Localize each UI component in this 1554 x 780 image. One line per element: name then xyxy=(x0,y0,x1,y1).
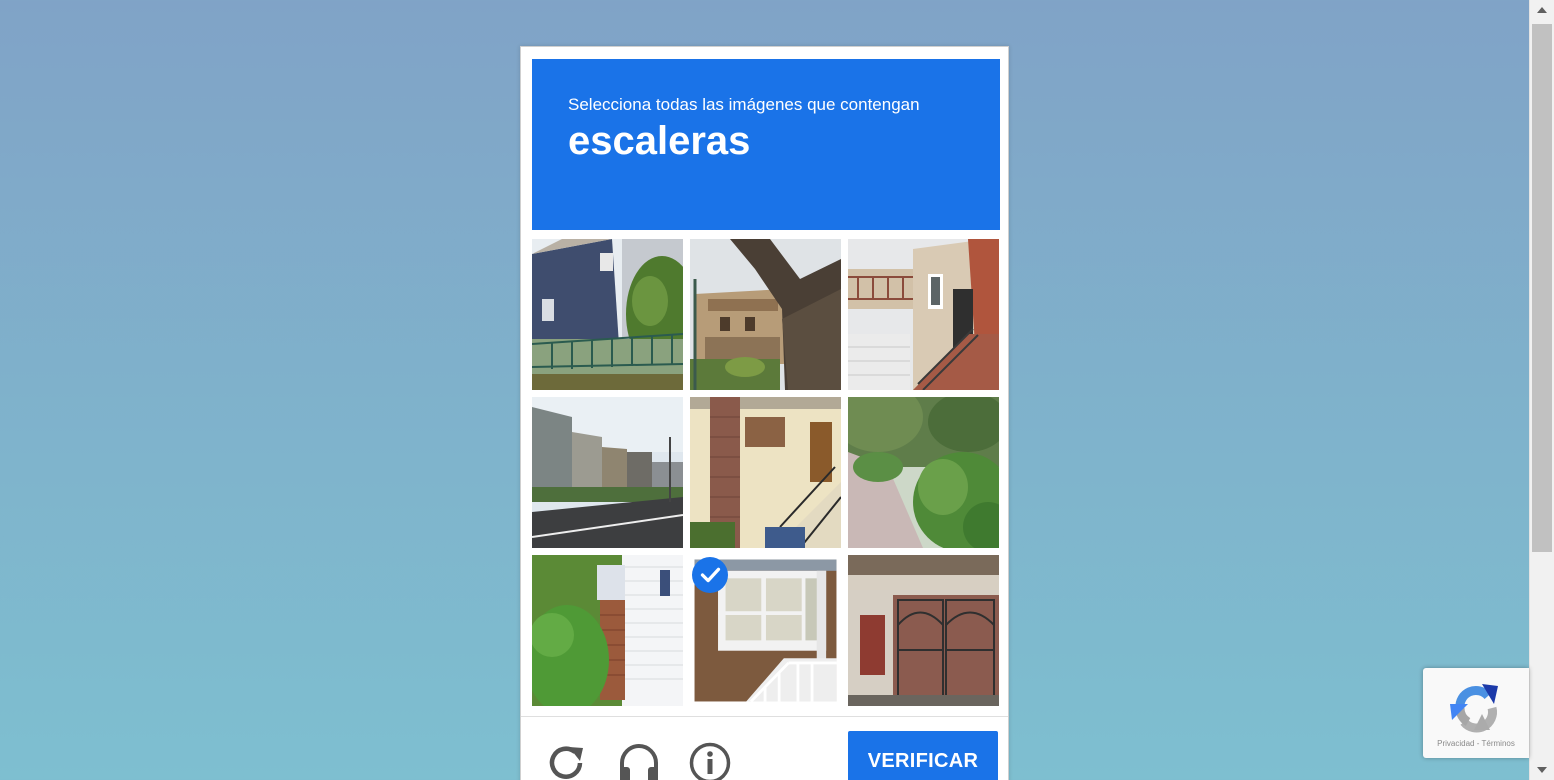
image-tile-6[interactable] xyxy=(848,397,999,548)
recaptcha-logo-icon xyxy=(1448,678,1504,741)
image-tile-2[interactable] xyxy=(690,239,841,390)
tile-2-photo xyxy=(690,239,841,390)
tile-5-photo xyxy=(690,397,841,548)
tile-4-photo xyxy=(532,397,683,548)
info-icon[interactable] xyxy=(688,741,732,780)
challenge-prompt: Selecciona todas las imágenes que conten… xyxy=(532,59,1000,230)
tile-3-photo xyxy=(848,239,999,390)
page-scrollbar[interactable] xyxy=(1529,0,1554,780)
privacy-link[interactable]: Privacidad xyxy=(1437,739,1474,748)
image-tile-3[interactable] xyxy=(848,239,999,390)
footer-divider xyxy=(521,716,1008,717)
captcha-challenge-dialog: Selecciona todas las imágenes que conten… xyxy=(520,46,1009,780)
checkmark-icon xyxy=(692,557,728,593)
recaptcha-badge[interactable]: Privacidad - Términos xyxy=(1423,668,1529,758)
image-tile-8[interactable] xyxy=(690,555,841,706)
links-separator: - xyxy=(1476,739,1480,748)
badge-links: Privacidad - Términos xyxy=(1423,739,1529,748)
scrollbar-thumb[interactable] xyxy=(1532,24,1552,552)
reload-icon[interactable] xyxy=(545,741,589,780)
image-tile-5[interactable] xyxy=(690,397,841,548)
audio-icon[interactable] xyxy=(617,741,661,780)
tile-6-photo xyxy=(848,397,999,548)
scroll-up-arrow-icon[interactable] xyxy=(1537,7,1547,13)
challenge-instruction: Selecciona todas las imágenes que conten… xyxy=(568,95,920,114)
challenge-keyword: escaleras xyxy=(568,119,751,163)
scroll-down-arrow-icon[interactable] xyxy=(1537,767,1547,773)
terms-link[interactable]: Términos xyxy=(1482,739,1515,748)
image-tile-7[interactable] xyxy=(532,555,683,706)
tile-1-photo xyxy=(532,239,683,390)
image-tile-1[interactable] xyxy=(532,239,683,390)
image-tile-4[interactable] xyxy=(532,397,683,548)
verify-button[interactable]: VERIFICAR xyxy=(848,731,998,780)
image-grid xyxy=(532,239,1000,707)
tile-7-photo xyxy=(532,555,683,706)
image-tile-9[interactable] xyxy=(848,555,999,706)
tile-9-photo xyxy=(848,555,999,706)
